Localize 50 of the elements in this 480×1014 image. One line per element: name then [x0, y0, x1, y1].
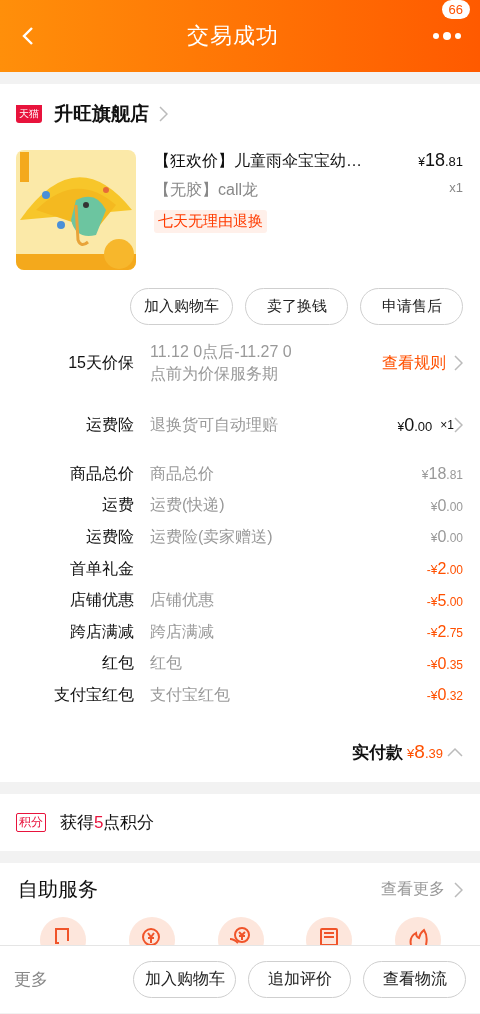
fee-amount: -¥2.75 [426, 623, 463, 642]
fee-label: 红包 [101, 653, 134, 674]
fee-description: 红包 [150, 653, 183, 674]
store-name[interactable]: 升旺旗舰店 [54, 101, 149, 127]
fee-description: 跨店满减 [150, 621, 215, 642]
fee-amount: ¥0.00 [430, 528, 463, 547]
action-button[interactable]: 卖了换钱 [245, 288, 348, 325]
fee-description: 支付宝红包 [150, 684, 231, 705]
insurance-price: ¥0.00 [397, 414, 433, 436]
service-description: 11.12 0点后-11.27 0 点前为价保服务期 [150, 342, 293, 384]
points-badge: 积分 [16, 812, 46, 832]
product-price: ¥18.81 [418, 150, 463, 171]
fee-label: 首单礼金 [69, 558, 134, 579]
fee-label: 商品总价 [69, 463, 134, 484]
fee-label: 运费 [101, 495, 134, 516]
service-label: 运费险 [85, 414, 134, 435]
service-label: 15天价保 [67, 352, 134, 373]
fee-description: 运费险(卖家赠送) [150, 527, 274, 547]
fee-description: 商品总价 [150, 463, 215, 484]
product-title[interactable]: 【狂欢价】儿童雨伞宝宝幼… [154, 151, 362, 172]
points-text: 获得5点积分 [60, 811, 155, 834]
fee-amount: ¥18.81 [421, 465, 463, 484]
more-link[interactable]: 更多 [14, 968, 121, 991]
action-button[interactable]: 申请售后 [360, 288, 463, 325]
fee-amount: -¥2.00 [426, 560, 463, 579]
action-button[interactable]: 追加评价 [248, 961, 351, 998]
product-variant: 【无胶】call龙 [154, 180, 258, 200]
fee-label: 运费险 [85, 527, 134, 547]
fee-description: 店铺优惠 [150, 590, 215, 611]
action-button[interactable]: 加入购物车 [130, 288, 233, 325]
total-amount: ¥8.39 [407, 741, 443, 764]
page-title: 交易成功 [186, 22, 280, 50]
fee-label: 支付宝红包 [53, 684, 134, 705]
fee-label: 跨店满减 [69, 621, 134, 642]
fee-label: 店铺优惠 [69, 590, 134, 611]
message-badge: 66 [441, 0, 470, 19]
fee-amount: ¥0.00 [430, 496, 463, 515]
action-button[interactable]: 加入购物车 [133, 961, 236, 998]
service-description: 退换货可自动理赔 [150, 415, 279, 435]
fee-amount: -¥0.32 [426, 686, 463, 705]
fee-amount: -¥5.00 [426, 591, 463, 610]
quantity-text: ×1 [440, 418, 454, 432]
total-label: 实付款 [352, 741, 404, 764]
fee-description: 运费(快递) [150, 495, 226, 516]
store-badge: 天猫 [16, 105, 42, 123]
quantity-text: x1 [449, 180, 463, 197]
section-title: 自助服务 [18, 877, 99, 903]
fee-amount: -¥0.35 [426, 654, 463, 673]
action-button[interactable]: 查看物流 [363, 961, 466, 998]
return-policy-tag: 七天无理由退换 [154, 210, 267, 233]
